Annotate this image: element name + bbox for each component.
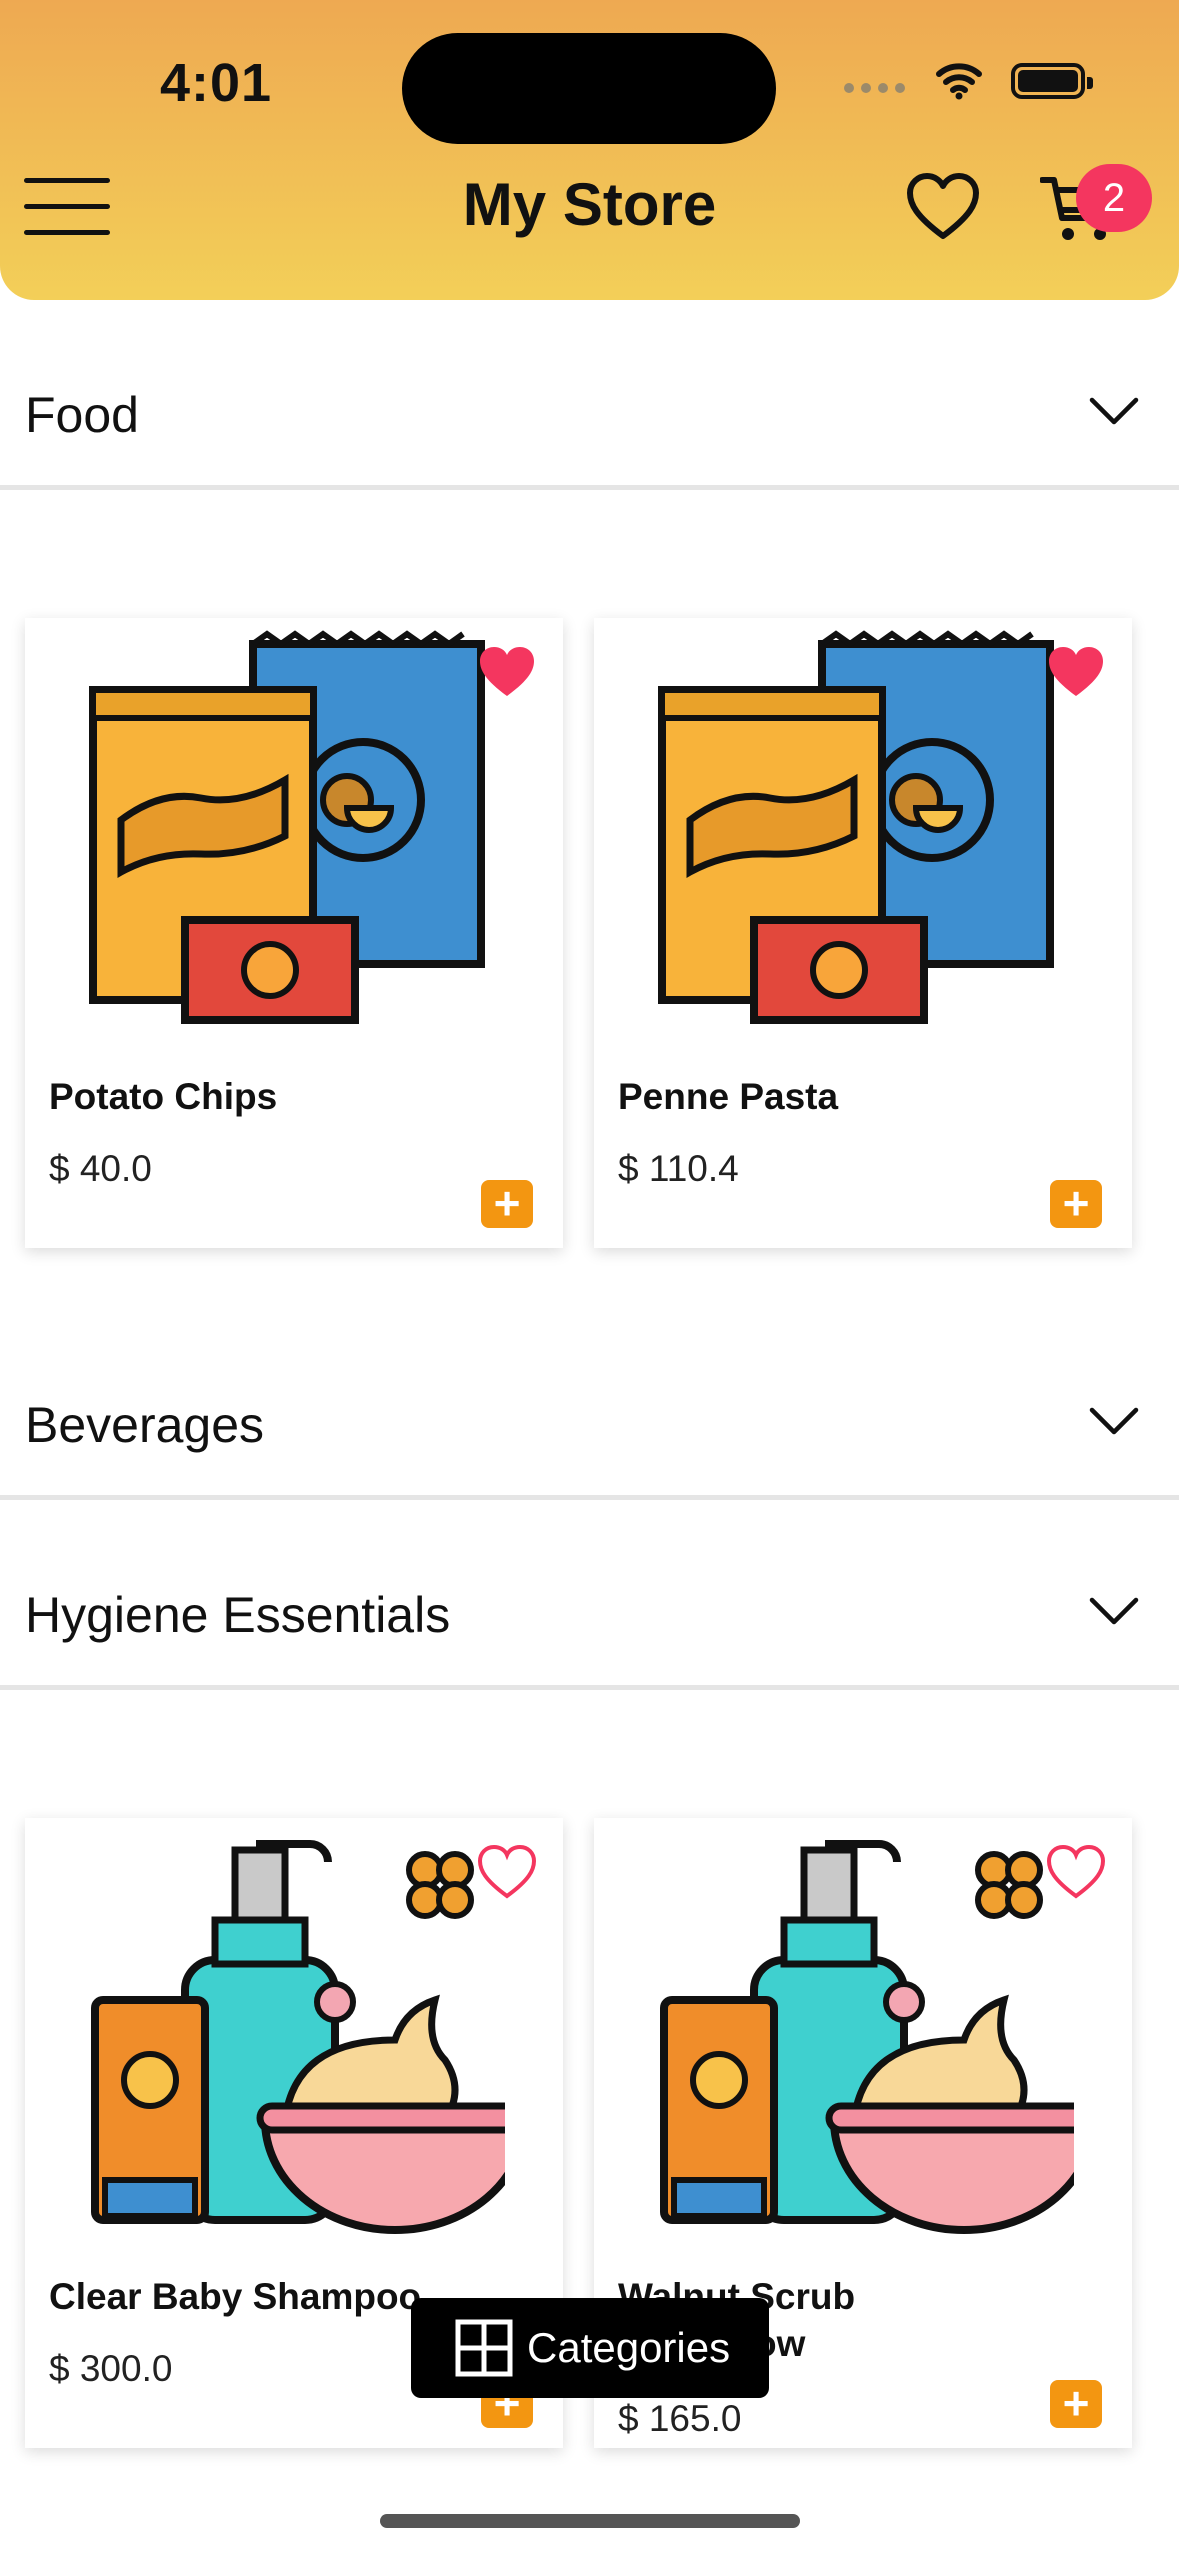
product-card[interactable]: Penne Pasta $ 110.4 + [594,618,1132,1248]
add-to-cart-button[interactable]: + [1050,1180,1102,1228]
product-price: $ 300.0 [49,2348,173,2389]
favorite-heart-icon[interactable] [477,644,537,700]
category-hygiene-essentials[interactable]: Hygiene Essentials [0,1540,1179,1690]
chevron-down-icon [1089,397,1139,425]
favorite-heart-icon[interactable] [1046,644,1106,700]
wifi-icon [936,63,982,100]
status-time: 4:01 [160,53,273,113]
category-label: Food [25,387,139,443]
product-name: Clear Baby Shampoo [49,2276,422,2317]
product-name: Potato Chips [49,1076,278,1117]
grid-icon [455,2319,513,2377]
favorite-heart-icon[interactable] [1046,1844,1106,1900]
favorites-heart-icon[interactable] [906,170,980,244]
cart-count-badge: 2 [1076,164,1152,232]
status-indicators [844,62,1093,100]
page-title: My Store [462,171,717,238]
battery-icon [1011,63,1093,99]
product-card[interactable]: Potato Chips $ 40.0 + [25,618,563,1248]
favorite-heart-icon[interactable] [477,1844,537,1900]
chevron-down-icon [1089,1407,1139,1435]
snacks-image [89,630,485,1024]
add-to-cart-button[interactable]: + [481,1180,533,1228]
home-indicator[interactable] [380,2514,800,2528]
dynamic-island [402,33,776,144]
category-label: Hygiene Essentials [25,1587,451,1643]
product-price: $ 165.0 [618,2398,742,2439]
app-header: 4:01 My Store 2 [0,0,1179,300]
category-label: Beverages [25,1397,265,1453]
categories-label: Categories [527,2324,731,2371]
toiletries-image [91,1840,505,2234]
store-screen: 4:01 My Store 2 Food Potato Chips $ 40.0… [0,0,1179,2556]
product-price: $ 40.0 [49,1148,152,1189]
categories-button[interactable]: Categories [411,2298,769,2398]
category-beverages[interactable]: Beverages [0,1350,1179,1500]
signal-icon [844,83,905,93]
category-food[interactable]: Food [0,340,1179,490]
toiletries-image [660,1840,1074,2234]
snacks-image [658,630,1054,1024]
product-name: Penne Pasta [618,1076,839,1117]
product-price: $ 110.4 [618,1148,739,1189]
chevron-down-icon [1089,1597,1139,1625]
add-to-cart-button[interactable]: + [1050,2380,1102,2428]
